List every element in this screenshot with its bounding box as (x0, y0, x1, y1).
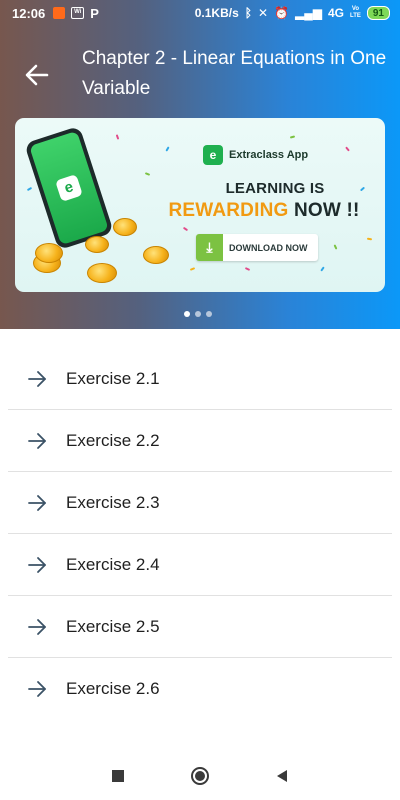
status-bar: 12:06 Wi P 0.1KB/s ᛒ ✕ ⏰ ▂▄▆ 4G Vo LTE 9… (0, 0, 400, 26)
phone-illustration: e (24, 125, 114, 251)
volte-top: Vo (351, 6, 360, 12)
list-item-exercise-2-5[interactable]: Exercise 2.5 (8, 596, 392, 658)
wifi-notification-icon: Wi (71, 7, 85, 19)
coin-icon (113, 218, 137, 236)
banner-highlight-word: REWARDING (168, 200, 289, 221)
list-item-label: Exercise 2.5 (66, 616, 160, 636)
list-item-exercise-2-4[interactable]: Exercise 2.4 (8, 534, 392, 596)
paytm-notification-icon: P (90, 5, 99, 21)
coin-icon (85, 236, 109, 253)
list-item-label: Exercise 2.2 (66, 430, 160, 450)
banner-pager (184, 311, 212, 317)
system-nav-bar (0, 752, 400, 800)
coin-icon (35, 243, 63, 263)
mute-icon: ✕ (257, 6, 269, 20)
arrow-right-icon (28, 494, 46, 511)
extraclass-logo-icon: e (203, 145, 223, 165)
page-title: Chapter 2 - Linear Equations in One Vari… (82, 48, 387, 99)
exercise-list: Exercise 2.1 Exercise 2.2 Exercise 2.3 E… (8, 348, 392, 720)
arrow-right-icon (28, 556, 46, 573)
list-item-label: Exercise 2.6 (66, 679, 160, 698)
network-speed: 0.1KB/s (194, 6, 239, 20)
app-badge: e Extraclass App (203, 145, 308, 165)
home-circle-icon[interactable] (190, 766, 210, 786)
notification-app-icon (53, 7, 66, 19)
volte-bottom: LTE (349, 13, 361, 19)
arrow-right-icon (28, 432, 46, 449)
coin-icon (87, 263, 117, 283)
list-item-label: Exercise 2.1 (66, 368, 160, 388)
banner-rest-text: NOW !! (293, 200, 360, 221)
arrow-right-icon (28, 681, 46, 697)
chapter-header: Chapter 2 - Linear Equations in One Vari… (0, 0, 400, 329)
alarm-icon: ⏰ (274, 6, 289, 20)
network-type: 4G (327, 6, 344, 20)
list-item-exercise-2-3[interactable]: Exercise 2.3 (8, 472, 392, 534)
list-item-exercise-2-1[interactable]: Exercise 2.1 (8, 348, 392, 410)
download-label: DOWNLOAD NOW (229, 242, 308, 253)
arrow-right-icon (28, 370, 46, 387)
pager-dot[interactable] (206, 311, 212, 317)
pager-dot[interactable] (184, 311, 190, 317)
app-name: Extraclass App (229, 149, 309, 161)
coin-icon (143, 246, 169, 264)
list-item-exercise-2-2[interactable]: Exercise 2.2 (8, 410, 392, 472)
arrow-right-icon (28, 618, 46, 635)
download-icon: ⤓ (196, 234, 223, 261)
promo-banner[interactable]: e e Extraclass App LEARNING IS REWARDING… (15, 118, 385, 292)
back-arrow-icon[interactable] (22, 60, 52, 90)
bluetooth-icon: ᛒ (244, 6, 252, 20)
list-item-label: Exercise 2.4 (66, 554, 160, 574)
banner-headline: LEARNING IS (225, 180, 325, 197)
list-item-exercise-2-6[interactable]: Exercise 2.6 (8, 658, 392, 720)
battery-icon: 91 (366, 6, 390, 20)
signal-icon: ▂▄▆ (295, 6, 322, 20)
recents-square-icon[interactable] (108, 766, 128, 786)
pager-dot[interactable] (195, 311, 201, 317)
back-triangle-icon[interactable] (272, 766, 292, 786)
status-time: 12:06 (12, 5, 46, 21)
volte-icon: Vo LTE (350, 6, 361, 20)
download-now-button[interactable]: ⤓ DOWNLOAD NOW (196, 234, 318, 261)
banner-subheadline: REWARDING NOW !! (159, 200, 369, 222)
extraclass-logo-icon: e (55, 174, 83, 202)
list-item-label: Exercise 2.3 (66, 492, 160, 512)
